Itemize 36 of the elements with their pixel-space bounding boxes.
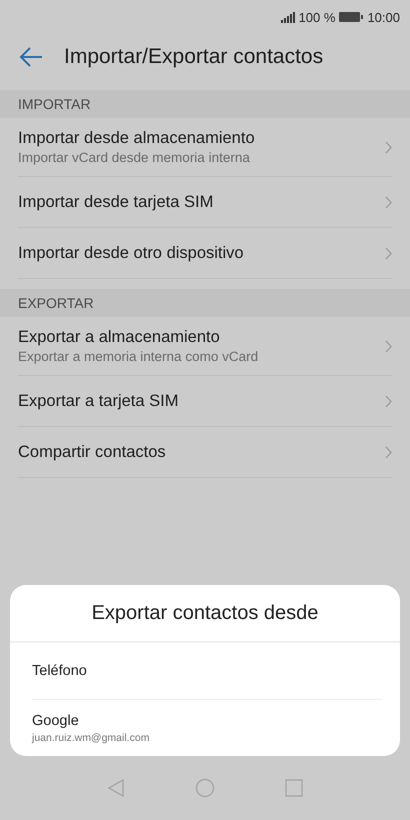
signal-icon — [280, 12, 295, 22]
menu-item[interactable]: Importar desde otro dispositivo — [18, 228, 392, 279]
item-title: Compartir contactos — [18, 442, 167, 462]
battery-icon — [339, 12, 364, 22]
chevron-icon — [385, 196, 392, 208]
menu-item[interactable]: Importar desde almacenamiento Importar vCard desde memoria interna — [18, 118, 392, 177]
item-title: Exportar a almacenamiento — [18, 328, 221, 347]
menu-item[interactable]: Compartir contactos — [18, 427, 392, 478]
home-button[interactable] — [195, 778, 215, 798]
item-subtitle: Exportar a memoria interna como vCard — [18, 349, 260, 364]
chevron-icon — [385, 246, 392, 260]
option-label: Teléfono — [32, 663, 88, 679]
battery-level: 100 % — [298, 10, 336, 24]
item-title: Importar desde otro dispositivo — [18, 244, 245, 262]
dialog-option[interactable]: Google juan.ruiz.wm@gmail.com — [32, 700, 382, 756]
item-title: Exportar a tarjeta SIM — [18, 392, 180, 410]
chevron-icon — [385, 340, 392, 352]
chevron-icon — [385, 394, 392, 408]
chevron-icon — [385, 140, 392, 154]
menu-item[interactable]: Exportar a almacenamiento Exportar a memoria interna como vCard — [18, 317, 392, 376]
recents-button[interactable] — [285, 779, 303, 797]
dialog-title: Exportar contactos desde — [10, 585, 400, 643]
screen-title: Importar/Exportar contactos — [64, 45, 324, 69]
back-nav-button[interactable] — [107, 778, 125, 798]
item-title: Importar desde almacenamiento — [18, 129, 256, 148]
option-subtitle: juan.ruiz.wm@gmail.com — [32, 732, 150, 744]
item-title: Importar desde tarjeta SIM — [18, 192, 214, 212]
menu-item[interactable]: Exportar a tarjeta SIM — [18, 376, 392, 427]
item-subtitle: Importar vCard desde memoria interna — [18, 150, 251, 165]
option-label: Google — [32, 712, 80, 728]
dialog-option[interactable]: Teléfono — [32, 643, 382, 700]
chevron-icon — [385, 446, 392, 458]
clock: 10:00 — [367, 10, 400, 24]
section-header: IMPORTAR — [0, 90, 410, 118]
section-header: EXPORTAR — [0, 289, 410, 317]
menu-item[interactable]: Importar desde tarjeta SIM — [18, 177, 392, 228]
